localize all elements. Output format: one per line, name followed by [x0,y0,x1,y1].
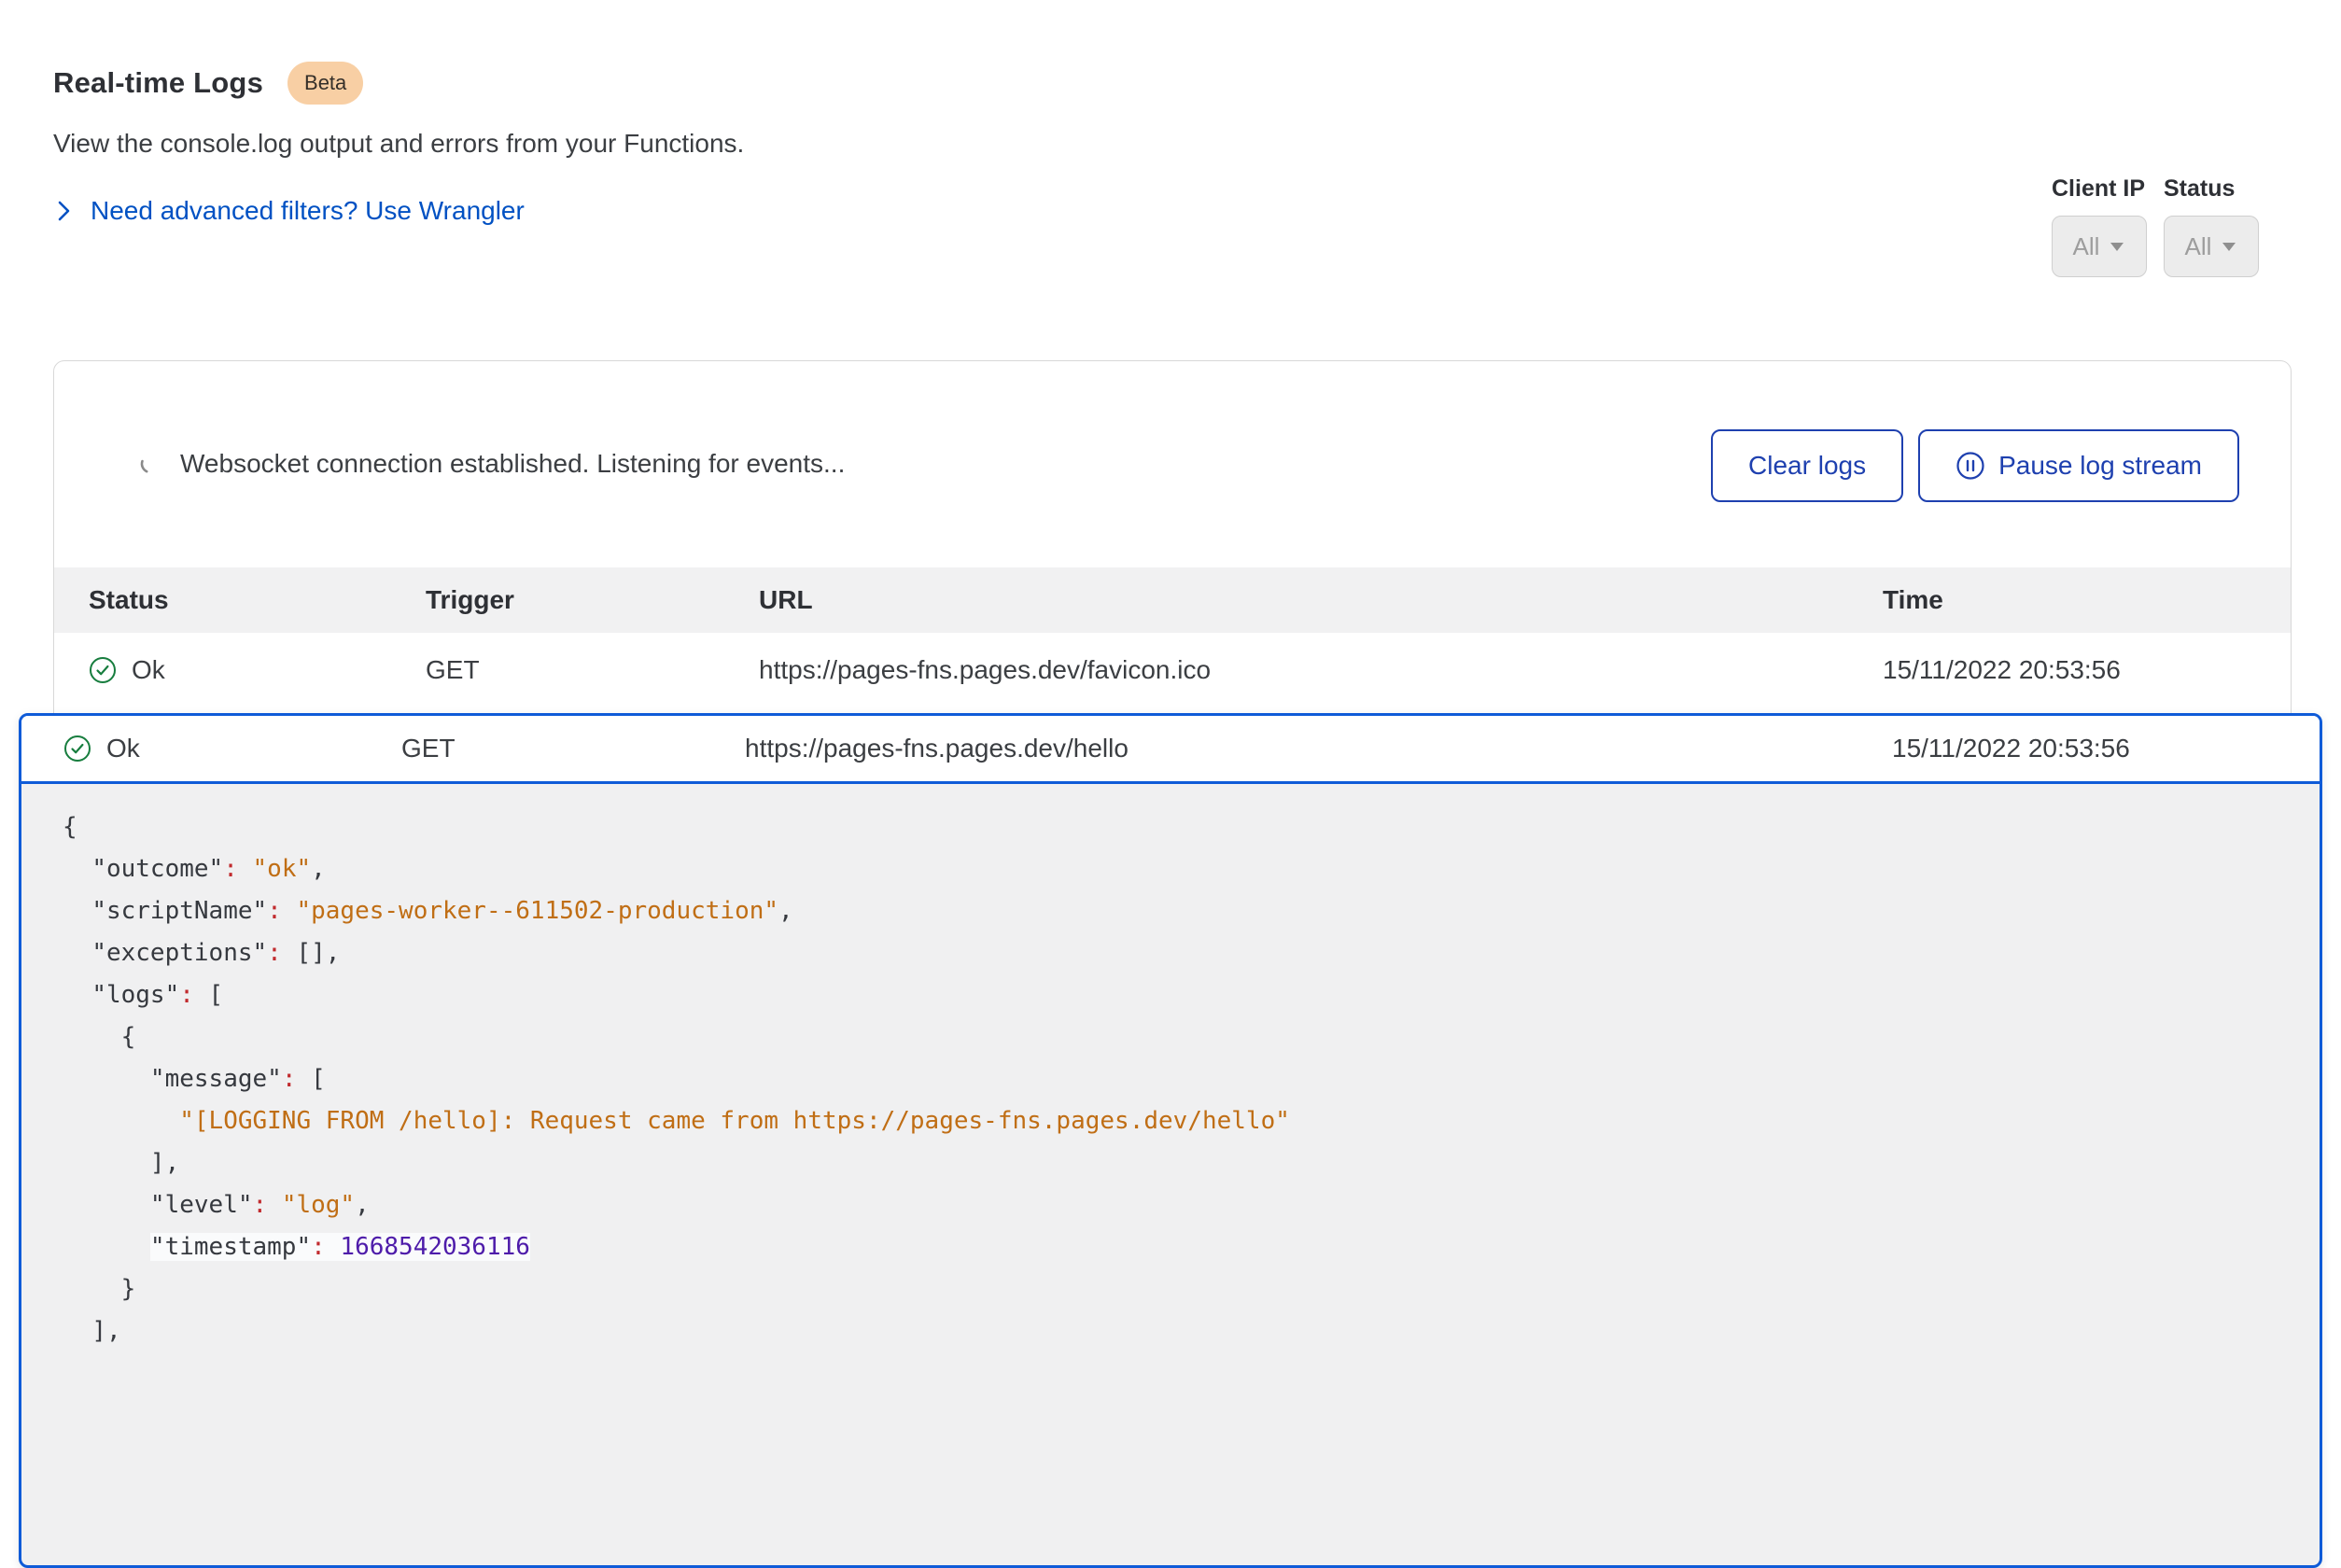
code-line: "outcome": "ok", [63,848,2320,890]
row-trigger: GET [401,734,745,763]
client-ip-filter-label: Client IP [2052,175,2147,203]
row-status: Ok [106,734,140,763]
column-header-status: Status [89,585,426,615]
websocket-status-line: Websocket connection established. Listen… [139,449,845,479]
caret-down-icon [2109,240,2125,253]
status-filter-select[interactable]: All [2164,216,2259,277]
code-line: "exceptions": [], [63,932,2320,974]
page-subtitle: View the console.log output and errors f… [53,129,744,159]
row-trigger: GET [426,655,759,685]
status-ok-icon [89,656,117,684]
code-line: } [63,1268,2320,1310]
status-filter-label: Status [2164,175,2259,203]
client-ip-filter-select[interactable]: All [2052,216,2147,277]
table-header: Status Trigger URL Time [54,567,2291,633]
column-header-trigger: Trigger [426,585,759,615]
row-url: https://pages-fns.pages.dev/favicon.ico [759,655,1883,685]
spinner-icon [139,453,161,475]
clear-logs-label: Clear logs [1748,451,1866,481]
pause-icon [1956,451,1985,481]
panel-buttons: Clear logs Pause log stream [1711,429,2239,502]
websocket-status-text: Websocket connection established. Listen… [180,449,845,479]
table-row-selected[interactable]: Ok GET https://pages-fns.pages.dev/hello… [21,716,2320,784]
caret-down-icon [2221,240,2237,253]
code-line: { [63,806,2320,848]
beta-badge: Beta [287,62,363,105]
status-ok-icon [63,735,91,763]
log-json-code: { "outcome": "ok", "scriptName": "pages-… [21,784,2320,1352]
row-status: Ok [132,655,165,685]
row-time: 15/11/2022 20:53:56 [1883,655,2291,685]
code-line: "scriptName": "pages-worker--611502-prod… [63,890,2320,932]
table-row[interactable]: Ok GET https://pages-fns.pages.dev/favic… [54,633,2291,707]
code-line: "message": [ [63,1058,2320,1100]
code-line: "[LOGGING FROM /hello]: Request came fro… [63,1100,2320,1142]
wrangler-link-label: Need advanced filters? Use Wrangler [91,196,525,226]
status-filter-value: All [2185,232,2212,261]
chevron-right-icon [53,199,74,223]
code-line: { [63,1016,2320,1058]
code-line: ], [63,1142,2320,1184]
column-header-url: URL [759,585,1883,615]
row-url: https://pages-fns.pages.dev/hello [745,734,1892,763]
pause-log-stream-label: Pause log stream [1998,451,2202,481]
code-line: "logs": [ [63,974,2320,1016]
row-time: 15/11/2022 20:53:56 [1892,734,2320,763]
column-header-time: Time [1883,585,2291,615]
pause-log-stream-button[interactable]: Pause log stream [1918,429,2239,502]
filters: Client IP All Status All [2052,175,2259,277]
wrangler-link[interactable]: Need advanced filters? Use Wrangler [53,196,744,226]
client-ip-filter-value: All [2073,232,2100,261]
page-header: Real-time Logs Beta View the console.log… [53,62,744,226]
code-line: "level": "log", [63,1184,2320,1226]
clear-logs-button[interactable]: Clear logs [1711,429,1903,502]
expanded-log-entry: Ok GET https://pages-fns.pages.dev/hello… [19,713,2322,1568]
code-line: ], [63,1310,2320,1352]
page-title: Real-time Logs [53,66,263,100]
code-line: "timestamp": 1668542036116 [63,1226,2320,1268]
